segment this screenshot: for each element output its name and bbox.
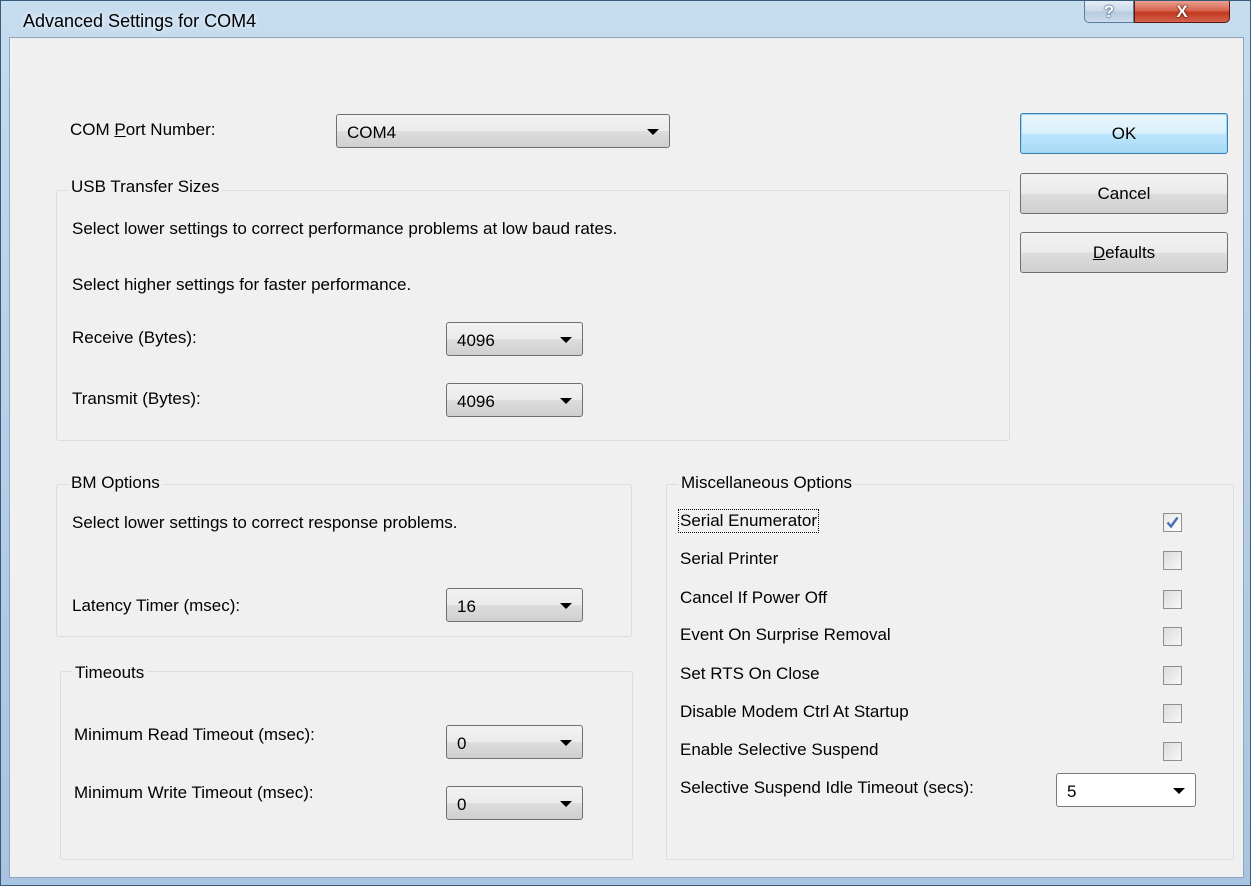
misc-option-label[interactable]: Disable Modem Ctrl At Startup: [680, 702, 909, 722]
usb-transfer-hint-high: Select higher settings for faster perfor…: [72, 275, 412, 294]
idle-timeout-label: Selective Suspend Idle Timeout (secs):: [680, 778, 974, 797]
misc-option-label[interactable]: Event On Surprise Removal: [680, 625, 891, 645]
window-title: Advanced Settings for COM4: [23, 11, 257, 31]
help-button[interactable]: ?: [1084, 1, 1134, 23]
min-write-timeout-label: Minimum Write Timeout (msec):: [74, 783, 314, 802]
min-write-timeout-select[interactable]: 0: [446, 786, 583, 820]
timeouts-group: [60, 671, 633, 860]
chevron-down-icon: [560, 398, 572, 404]
bm-options-title: BM Options: [68, 473, 163, 493]
checkmark-icon: [1166, 516, 1179, 529]
latency-timer-label: Latency Timer (msec):: [72, 596, 241, 615]
close-icon: X: [1176, 1, 1188, 21]
chevron-down-icon: [560, 740, 572, 746]
ok-button[interactable]: OK: [1020, 113, 1228, 154]
chevron-down-icon: [560, 337, 572, 343]
chevron-down-icon: [560, 603, 572, 609]
bm-options-hint: Select lower settings to correct respons…: [72, 513, 458, 532]
misc-option-checkbox[interactable]: [1163, 627, 1182, 646]
chevron-down-icon: [647, 129, 659, 135]
chevron-down-icon: [1173, 788, 1185, 794]
latency-timer-select[interactable]: 16: [446, 588, 583, 622]
receive-bytes-select[interactable]: 4096: [446, 322, 583, 356]
misc-option-checkbox[interactable]: [1163, 742, 1182, 761]
receive-bytes-label: Receive (Bytes):: [72, 328, 197, 347]
misc-option-label[interactable]: Enable Selective Suspend: [680, 740, 878, 760]
min-read-timeout-label: Minimum Read Timeout (msec):: [74, 725, 315, 744]
misc-option-label[interactable]: Cancel If Power Off: [680, 588, 827, 608]
misc-option-label[interactable]: Serial Printer: [680, 549, 778, 569]
chevron-down-icon: [560, 801, 572, 807]
misc-options-title: Miscellaneous Options: [678, 473, 856, 493]
transmit-bytes-label: Transmit (Bytes):: [72, 389, 201, 408]
transmit-bytes-select[interactable]: 4096: [446, 383, 583, 417]
defaults-button[interactable]: Defaults: [1020, 232, 1228, 273]
close-button[interactable]: X: [1134, 1, 1230, 23]
help-icon: ?: [1103, 1, 1115, 21]
timeouts-title: Timeouts: [72, 663, 148, 683]
misc-option-label[interactable]: Set RTS On Close: [680, 664, 820, 684]
misc-option-checkbox[interactable]: [1163, 513, 1182, 532]
title-bar[interactable]: Advanced Settings for COM4 ? X: [1, 1, 1250, 37]
min-read-timeout-select[interactable]: 0: [446, 725, 583, 759]
misc-option-label[interactable]: Serial Enumerator: [677, 509, 820, 533]
misc-option-checkbox[interactable]: [1163, 590, 1182, 609]
dialog-window: Advanced Settings for COM4 ? X COM Port …: [0, 0, 1251, 886]
com-port-select[interactable]: COM4: [336, 114, 670, 148]
usb-transfer-hint-low: Select lower settings to correct perform…: [72, 219, 618, 238]
misc-option-checkbox[interactable]: [1163, 704, 1182, 723]
misc-option-checkbox[interactable]: [1163, 551, 1182, 570]
usb-transfer-title: USB Transfer Sizes: [68, 177, 223, 197]
com-port-label: COM Port Number:: [70, 120, 216, 139]
misc-option-checkbox[interactable]: [1163, 666, 1182, 685]
com-port-value: COM4: [347, 123, 397, 142]
dialog-client-area: COM Port Number: COM4 OK Cancel Defaults…: [9, 37, 1244, 878]
cancel-button[interactable]: Cancel: [1020, 173, 1228, 214]
idle-timeout-select[interactable]: 5: [1056, 773, 1196, 807]
